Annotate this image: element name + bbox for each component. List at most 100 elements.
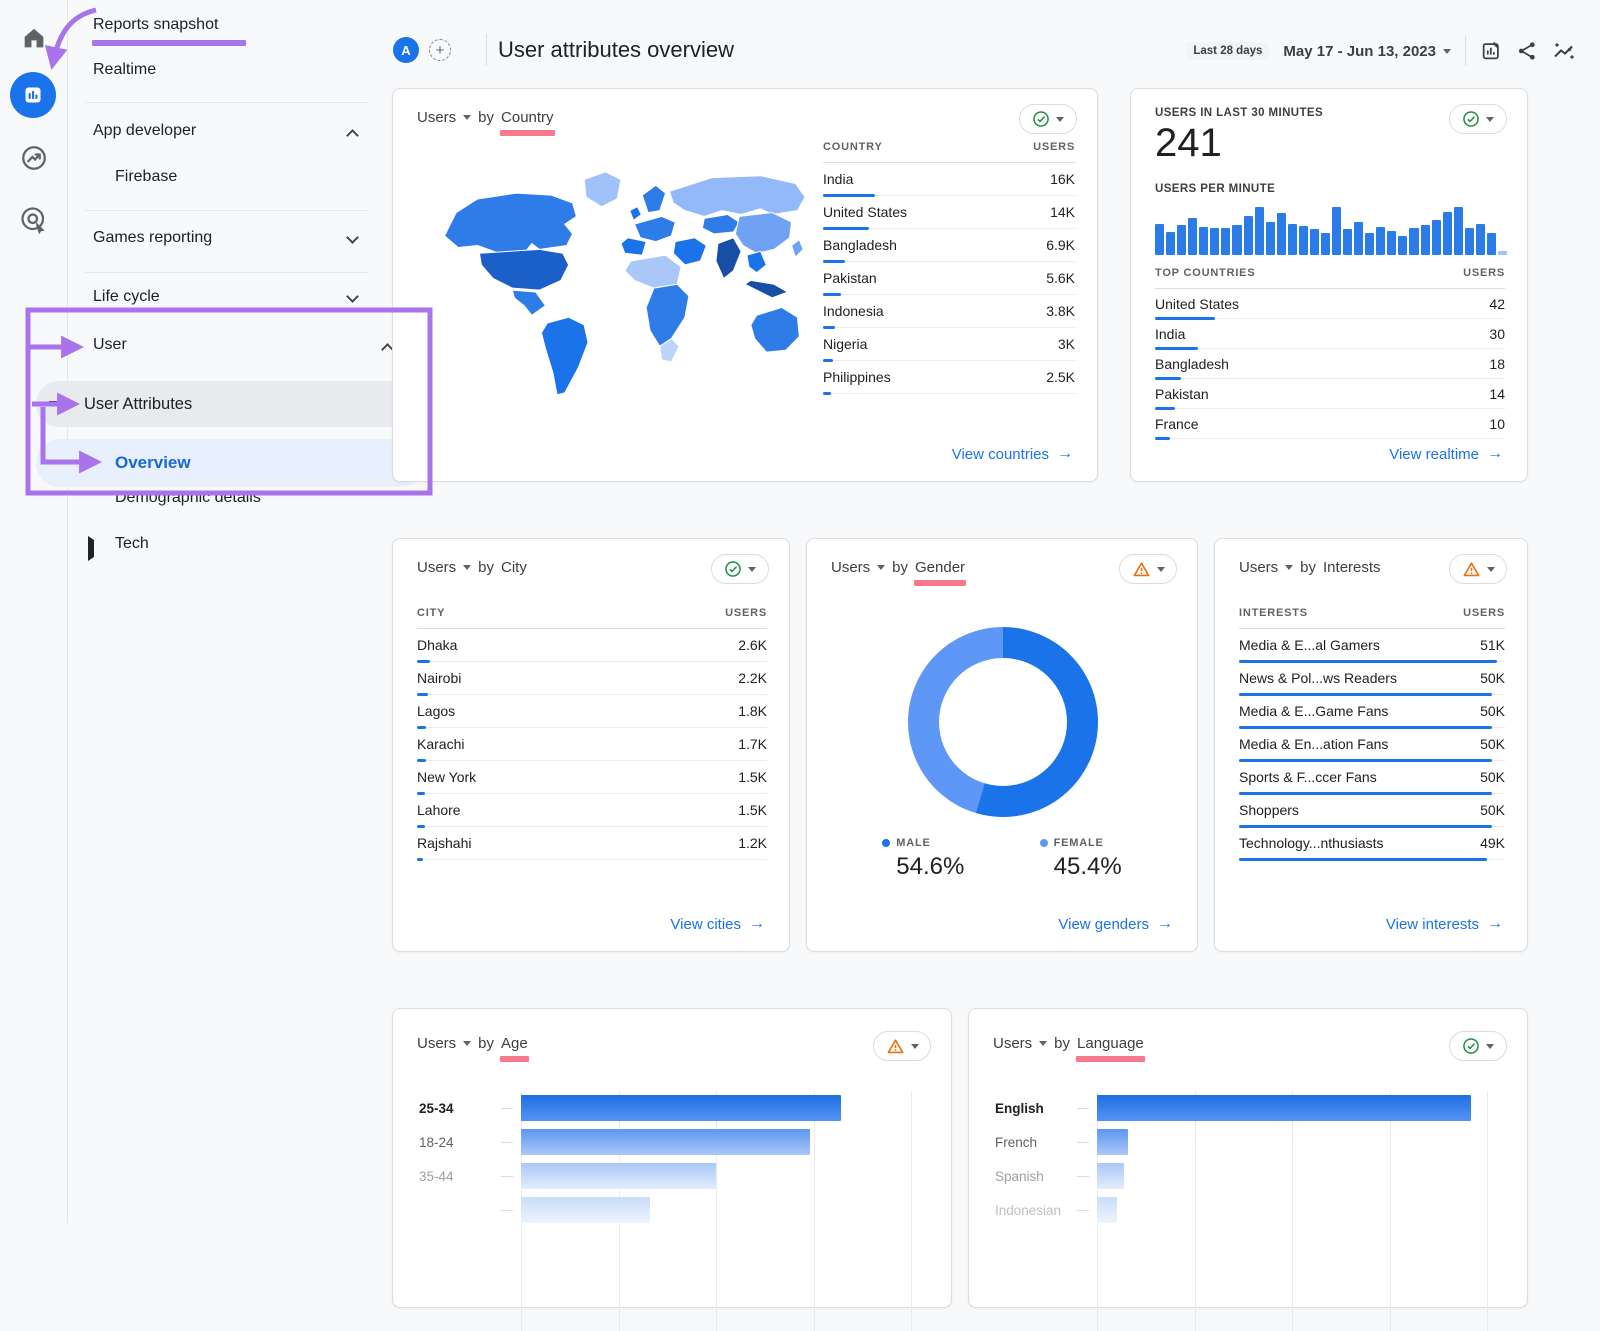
sidebar-item-label: Overview: [115, 453, 191, 473]
sidebar-section-games-reporting[interactable]: Games reporting: [93, 229, 212, 247]
chevron-down-icon: [1443, 49, 1451, 54]
row-label: Rajshahi: [417, 835, 471, 851]
legend-female: FEMALE 45.4%: [1040, 837, 1122, 881]
table-row: Nigeria 3K: [823, 328, 1075, 361]
by-label: by: [478, 559, 494, 576]
sidebar-item-tech[interactable]: Tech: [115, 535, 149, 553]
sidebar-section-user[interactable]: User: [93, 336, 127, 354]
view-interests-link[interactable]: View interests: [1386, 915, 1503, 933]
chevron-down-icon: [748, 567, 756, 572]
dimension-label: Language: [1077, 1035, 1144, 1052]
metric-label: Users: [1239, 559, 1278, 576]
advertising-icon[interactable]: [14, 200, 54, 240]
row-label: Bangladesh: [1155, 356, 1229, 372]
sidebar-section-life-cycle[interactable]: Life cycle: [93, 288, 160, 306]
row-bar: [1239, 858, 1487, 861]
data-quality-dropdown[interactable]: [1449, 554, 1507, 584]
card-title[interactable]: Users by Age: [417, 1035, 528, 1052]
status-warning-icon: [886, 1037, 905, 1056]
table-row: Media & E...Game Fans 50K: [1239, 695, 1505, 728]
sidebar-section-app-developer[interactable]: App developer: [93, 122, 196, 140]
row-value: 3.8K: [1046, 303, 1075, 319]
row-label: Technology...nthusiasts: [1239, 835, 1384, 851]
age-bar-chart: 25-34 18-24 35-44: [417, 1091, 911, 1331]
card-title[interactable]: Users by City: [417, 559, 527, 576]
per-minute-bar: [1398, 236, 1407, 255]
view-cities-link[interactable]: View cities: [670, 915, 765, 933]
data-quality-dropdown[interactable]: [1449, 104, 1507, 134]
sidebar-item-demographic-details[interactable]: Demographic details: [115, 489, 261, 507]
per-minute-chart: [1155, 201, 1507, 255]
row-label: India: [1155, 326, 1185, 342]
table-row: Karachi 1.7K: [417, 728, 767, 761]
metric-dropdown-icon: [1039, 1041, 1047, 1046]
row-label: Pakistan: [823, 270, 877, 286]
chevron-down-icon: [1486, 1044, 1494, 1049]
table-row: Media & E...al Gamers 51K: [1239, 629, 1505, 662]
sidebar-item-realtime[interactable]: Realtime: [93, 61, 156, 79]
view-realtime-link[interactable]: View realtime: [1389, 445, 1503, 463]
arrow-right-icon: [1487, 915, 1503, 933]
data-quality-dropdown[interactable]: [711, 554, 769, 584]
chevron-down-icon[interactable]: [346, 231, 359, 244]
share-icon[interactable]: [1516, 40, 1538, 62]
date-range-picker[interactable]: May 17 - Jun 13, 2023: [1283, 43, 1451, 60]
card-title[interactable]: Users by Country: [417, 109, 554, 126]
table-row: Lagos 1.8K: [417, 695, 767, 728]
add-comparison-button[interactable]: +: [429, 39, 451, 61]
edit-report-icon[interactable]: [1480, 40, 1502, 62]
axis-tick: [501, 1108, 513, 1109]
account-avatar[interactable]: A: [393, 37, 419, 63]
table-row: New York 1.5K: [417, 761, 767, 794]
table-row: Nairobi 2.2K: [417, 662, 767, 695]
card-title[interactable]: Users by Interests: [1239, 559, 1381, 576]
row-value: 1.8K: [738, 703, 767, 719]
view-genders-link[interactable]: View genders: [1058, 915, 1173, 933]
per-minute-bar: [1288, 224, 1297, 255]
collapsed-triangle-icon[interactable]: [88, 540, 94, 558]
metric-label: Users: [417, 559, 456, 576]
chevron-down-icon[interactable]: [346, 290, 359, 303]
sidebar-item-reports-snapshot[interactable]: Reports snapshot: [93, 16, 218, 34]
data-quality-dropdown[interactable]: [1119, 554, 1177, 584]
by-label: by: [1054, 1035, 1070, 1052]
per-minute-bar: [1332, 207, 1341, 255]
per-minute-bar: [1409, 228, 1418, 255]
row-label: Indonesia: [823, 303, 884, 319]
card-title[interactable]: Users by Language: [993, 1035, 1144, 1052]
data-quality-dropdown[interactable]: [1019, 104, 1077, 134]
bar: [521, 1129, 810, 1155]
status-check-icon: [1462, 1037, 1480, 1055]
per-minute-bar: [1321, 233, 1330, 255]
reports-icon[interactable]: [10, 72, 56, 118]
row-value: 51K: [1480, 637, 1505, 653]
chevron-up-icon[interactable]: [346, 129, 359, 142]
sidebar-item-firebase[interactable]: Firebase: [115, 168, 177, 186]
table-row: Bangladesh 6.9K: [823, 229, 1075, 262]
bar-row: [417, 1193, 911, 1227]
link-label: View cities: [670, 916, 741, 933]
view-countries-link[interactable]: View countries: [952, 445, 1073, 463]
row-label: Lagos: [417, 703, 455, 719]
per-minute-bar: [1155, 224, 1164, 255]
explore-icon[interactable]: [14, 138, 54, 178]
data-quality-dropdown[interactable]: [873, 1031, 931, 1061]
sidebar-item-user-attributes[interactable]: User Attributes: [36, 381, 424, 427]
row-bar: [823, 392, 831, 395]
sidebar-item-overview[interactable]: Overview: [36, 439, 424, 487]
row-value: 1.5K: [738, 802, 767, 818]
bar-row: 25-34: [417, 1091, 911, 1125]
row-value: 50K: [1480, 769, 1505, 785]
card-title[interactable]: Users by Gender: [831, 559, 965, 576]
gender-donut: [908, 627, 1098, 817]
metric-dropdown-icon: [463, 565, 471, 570]
male-dot-icon: [882, 839, 890, 847]
home-icon[interactable]: [14, 18, 54, 58]
row-value: 3K: [1058, 336, 1075, 352]
row-value: 49K: [1480, 835, 1505, 851]
row-value: 50K: [1480, 670, 1505, 686]
per-minute-bar: [1454, 207, 1463, 255]
language-bar-chart: English French Spanish Indone: [993, 1091, 1487, 1331]
data-quality-dropdown[interactable]: [1449, 1031, 1507, 1061]
insights-icon[interactable]: [1552, 39, 1576, 63]
